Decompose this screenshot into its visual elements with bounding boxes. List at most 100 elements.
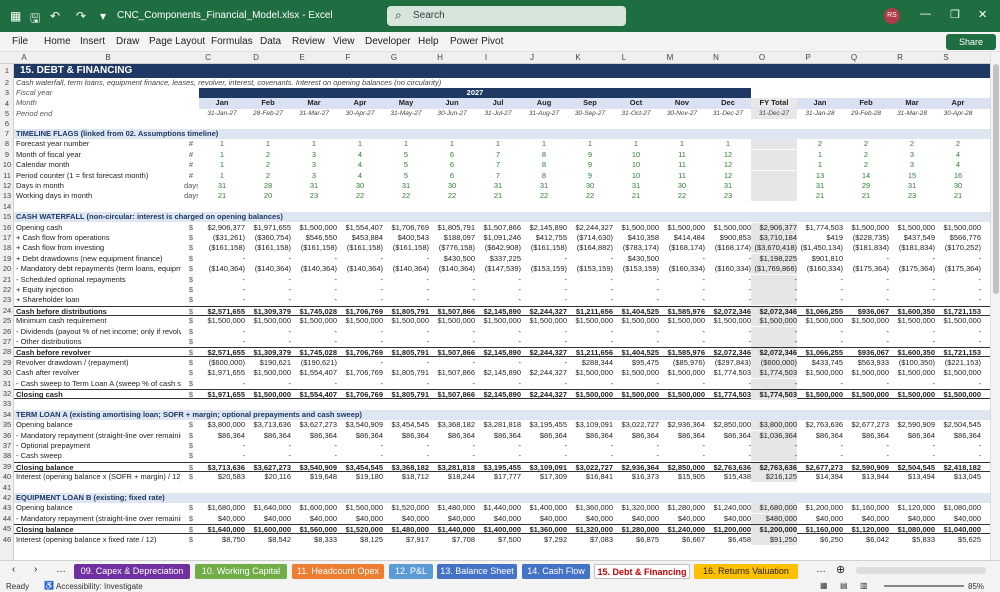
menu-file[interactable]: File bbox=[12, 36, 28, 47]
cell-value[interactable]: - bbox=[659, 337, 706, 347]
cell-value[interactable]: $86,364 bbox=[337, 431, 383, 441]
menu-view[interactable]: View bbox=[333, 36, 355, 47]
column-header-K[interactable]: K bbox=[554, 53, 602, 62]
cell-value[interactable]: 23 bbox=[889, 191, 935, 201]
cell-value[interactable]: - bbox=[705, 379, 752, 389]
cell-value[interactable]: $433,745 bbox=[797, 358, 843, 368]
cell-value[interactable]: ($181,834) bbox=[889, 243, 935, 253]
cell-value[interactable]: - bbox=[705, 337, 752, 347]
cell-value[interactable]: 6 bbox=[429, 150, 475, 160]
cell-value[interactable]: - bbox=[199, 285, 246, 295]
cell-value[interactable]: - bbox=[751, 379, 798, 389]
worksheet-grid[interactable]: 15. DEBT & FINANCING Cash waterfall, term… bbox=[14, 64, 990, 560]
cell-value[interactable]: - bbox=[567, 441, 614, 451]
cell-value[interactable]: $1,500,000 bbox=[843, 368, 889, 378]
cell-value[interactable]: - bbox=[843, 285, 890, 295]
cell-value[interactable]: - bbox=[199, 451, 246, 461]
cell-value[interactable]: $1,971,655 bbox=[199, 368, 245, 378]
cell-value[interactable]: - bbox=[751, 327, 798, 337]
cell-value[interactable]: $1,036,364 bbox=[751, 431, 797, 441]
column-header-S[interactable]: S bbox=[922, 53, 970, 62]
cell-value[interactable]: $20,583 bbox=[199, 472, 245, 482]
cell-value[interactable]: - bbox=[521, 451, 568, 461]
cell-value[interactable]: - bbox=[751, 295, 798, 305]
cell-value[interactable]: ($3,670,418) bbox=[751, 243, 797, 253]
column-header-E[interactable]: E bbox=[278, 53, 326, 62]
row-number[interactable]: 17 bbox=[0, 233, 14, 242]
cell-value[interactable]: $1,507,866 bbox=[475, 223, 521, 233]
cell-value[interactable]: $2,906,377 bbox=[199, 223, 245, 233]
cell-value[interactable]: $1,500,000 bbox=[475, 316, 521, 326]
cell-value[interactable]: ($360,754) bbox=[245, 233, 291, 243]
cell-value[interactable]: - bbox=[521, 379, 568, 389]
cell-value[interactable]: 1 bbox=[567, 139, 613, 149]
cell-value[interactable]: 1 bbox=[199, 171, 245, 181]
cell-value[interactable]: - bbox=[889, 441, 936, 451]
cell-value[interactable]: $2,504,545 bbox=[935, 420, 981, 430]
cell-value[interactable]: - bbox=[797, 379, 844, 389]
cell-value[interactable]: 21 bbox=[843, 191, 889, 201]
cell-value[interactable]: $1,500,000 bbox=[567, 316, 613, 326]
cell-value[interactable]: - bbox=[475, 451, 522, 461]
row-number[interactable]: 14 bbox=[0, 202, 14, 211]
cell-value[interactable]: 4 bbox=[935, 160, 981, 170]
cell-value[interactable]: $6,667 bbox=[659, 535, 705, 545]
column-header-G[interactable]: G bbox=[370, 53, 418, 62]
cell-value[interactable]: $2,244,327 bbox=[521, 368, 567, 378]
cell-value[interactable]: $1,440,000 bbox=[475, 503, 521, 513]
cell-value[interactable]: $1,500,000 bbox=[199, 316, 245, 326]
cell-value[interactable]: 5 bbox=[383, 171, 429, 181]
cell-value[interactable]: 2 bbox=[843, 139, 889, 149]
cell-value[interactable]: - bbox=[199, 327, 246, 337]
column-header-A[interactable]: A bbox=[14, 53, 34, 62]
cell-value[interactable] bbox=[751, 160, 797, 170]
cell-value[interactable]: - bbox=[613, 295, 660, 305]
cell-value[interactable]: 22 bbox=[567, 191, 613, 201]
cell-value[interactable]: 10 bbox=[613, 171, 659, 181]
row-number[interactable]: 27 bbox=[0, 337, 14, 346]
cell-value[interactable]: 6 bbox=[429, 171, 475, 181]
row-number[interactable]: 10 bbox=[0, 160, 14, 169]
column-header-Q[interactable]: Q bbox=[830, 53, 878, 62]
cell-value[interactable]: $7,292 bbox=[521, 535, 567, 545]
cell-value[interactable]: $563,933 bbox=[843, 358, 889, 368]
cell-value[interactable]: 7 bbox=[475, 150, 521, 160]
cell-value[interactable]: $40,000 bbox=[521, 514, 567, 524]
cell-value[interactable]: 29 bbox=[843, 181, 889, 191]
cell-value[interactable]: $337,225 bbox=[475, 254, 521, 264]
cell-value[interactable]: - bbox=[659, 254, 706, 264]
cell-value[interactable]: - bbox=[337, 327, 384, 337]
cell-value[interactable]: - bbox=[475, 275, 522, 285]
cell-value[interactable]: $1,500,000 bbox=[659, 316, 705, 326]
row-number[interactable]: 34 bbox=[0, 410, 14, 419]
cell-value[interactable]: $1,500,000 bbox=[843, 316, 889, 326]
cell-value[interactable]: - bbox=[245, 379, 292, 389]
cell-value[interactable]: $1,160,000 bbox=[843, 503, 889, 513]
cell-value[interactable]: - bbox=[245, 441, 292, 451]
cell-value[interactable]: 31 bbox=[475, 181, 521, 191]
page-break-view-icon[interactable]: ▥ bbox=[860, 581, 868, 590]
cell-value[interactable]: $2,244,327 bbox=[567, 223, 613, 233]
cell-value[interactable]: $86,364 bbox=[935, 431, 981, 441]
cell-value[interactable]: ($175,364) bbox=[889, 264, 935, 274]
cell-value[interactable]: - bbox=[613, 285, 660, 295]
cell-value[interactable]: - bbox=[245, 327, 292, 337]
cell-value[interactable]: $14,394 bbox=[797, 472, 843, 482]
cell-value[interactable]: $2,145,890 bbox=[521, 223, 567, 233]
cell-value[interactable]: - bbox=[889, 327, 936, 337]
cell-value[interactable]: $3,195,455 bbox=[521, 420, 567, 430]
page-layout-view-icon[interactable]: ▤ bbox=[840, 581, 848, 590]
cell-value[interactable]: 12 bbox=[705, 160, 751, 170]
cell-value[interactable]: $190,621 bbox=[245, 358, 291, 368]
cell-value[interactable]: 1 bbox=[613, 139, 659, 149]
search-input[interactable]: ⌕ Search bbox=[387, 6, 626, 26]
cell-value[interactable]: - bbox=[429, 295, 476, 305]
cell-value[interactable]: - bbox=[337, 451, 384, 461]
cell-value[interactable]: 22 bbox=[337, 191, 383, 201]
cell-value[interactable]: 31 bbox=[521, 181, 567, 191]
cell-value[interactable]: $40,000 bbox=[797, 514, 843, 524]
row-number[interactable]: 28 bbox=[0, 347, 14, 356]
cell-value[interactable]: - bbox=[383, 275, 430, 285]
cell-value[interactable]: $86,364 bbox=[797, 431, 843, 441]
cell-value[interactable]: - bbox=[751, 285, 798, 295]
